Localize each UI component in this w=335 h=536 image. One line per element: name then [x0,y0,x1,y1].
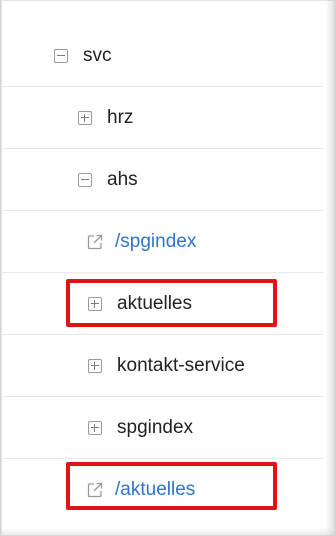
tree-node-label: spgindex [117,416,194,438]
panel-bottom-shadow [1,528,335,536]
tree-node-label: hrz [107,106,134,128]
collapse-icon[interactable] [78,172,92,187]
tree-node-kontakt-service[interactable]: kontakt-service [1,335,323,397]
collapse-icon[interactable] [54,48,68,63]
tree-node-aktuelles[interactable]: aktuelles [1,273,323,335]
external-link-icon [87,482,103,498]
tree-node-label: kontakt-service [117,354,245,376]
expand-icon[interactable] [88,296,102,311]
expand-icon[interactable] [88,420,102,435]
tree-node-svc[interactable]: svc [1,25,323,87]
tree-node-spgindex[interactable]: spgindex [1,397,323,459]
expand-icon[interactable] [88,358,102,373]
tree-link-spgindex[interactable]: /spgindex [1,211,323,273]
panel-edge-shadow [325,0,335,536]
tree-node-label: svc [83,44,112,66]
tree-link-aktuelles[interactable]: /aktuelles [1,459,323,521]
tree-panel: svc hrz ahs /spgindex aktuelles kontakt-… [0,0,335,536]
tree-node-hrz[interactable]: hrz [1,87,323,149]
tree-node-label: aktuelles [117,292,192,314]
tree-link-label[interactable]: /spgindex [115,231,196,253]
external-link-icon [87,234,103,249]
tree-node-ahs[interactable]: ahs [1,149,323,211]
tree-node-label: ahs [107,168,138,190]
tree-link-label[interactable]: /aktuelles [115,479,195,501]
expand-icon[interactable] [78,110,92,125]
